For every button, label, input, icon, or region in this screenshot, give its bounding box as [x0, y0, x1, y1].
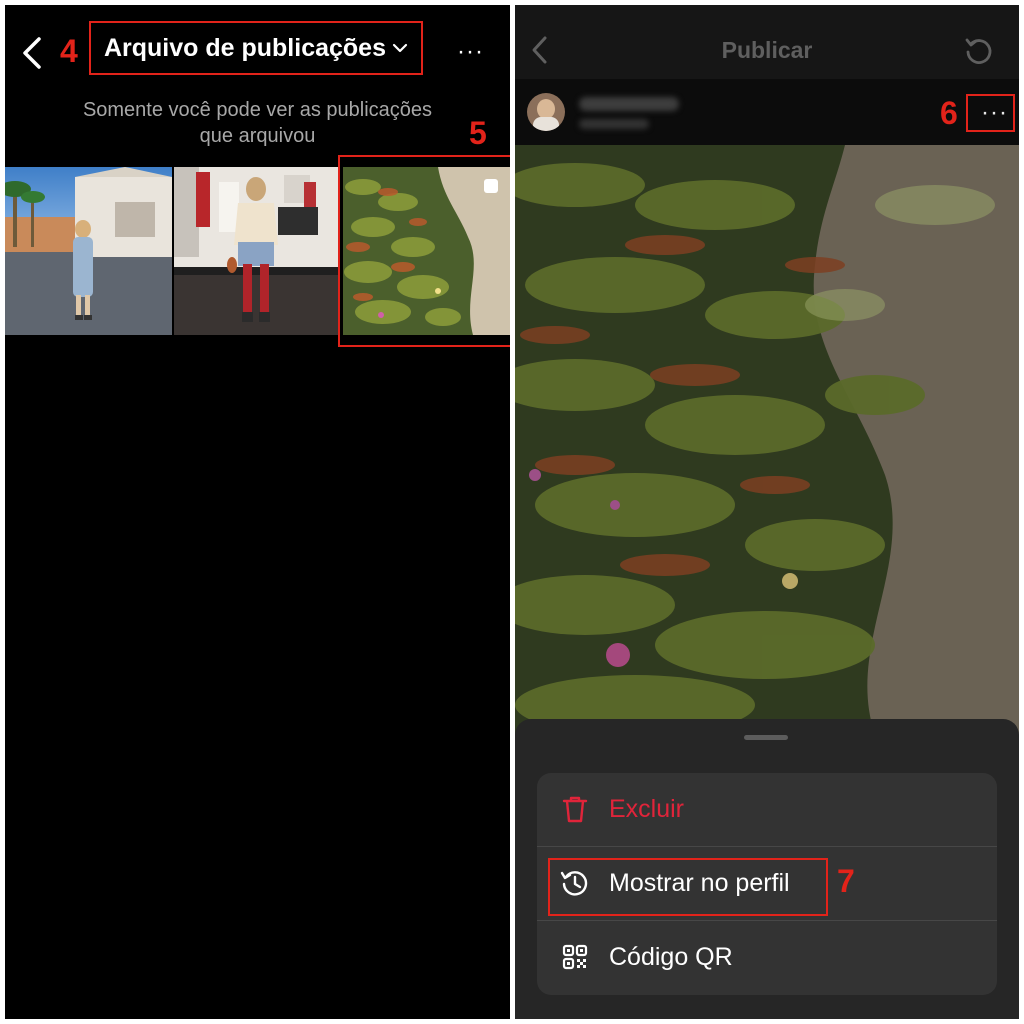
archive-title-dropdown[interactable]: Arquivo de publicações [91, 23, 421, 73]
subtitle-line-2: que arquivou [199, 125, 316, 147]
annotation-box-show-on-profile [548, 858, 828, 916]
qr-code-label: Código QR [609, 943, 733, 971]
street-photo [5, 167, 172, 335]
post-photo [515, 145, 1019, 735]
archived-post-thumbnail-2[interactable] [174, 167, 338, 335]
page-title: Publicar [721, 37, 813, 63]
indoor-photo [174, 167, 338, 335]
dune-flowers-photo [515, 145, 1019, 735]
trash-icon [562, 796, 588, 823]
annotation-box-options [966, 94, 1015, 132]
archive-subtitle: Somente você pode ver as publicações que… [5, 97, 510, 149]
more-options-button[interactable]: ··· [457, 38, 484, 66]
page-title: Arquivo de publicações [103, 33, 386, 62]
back-arrow-icon[interactable] [19, 35, 45, 71]
annotation-box-thumbnail [338, 155, 510, 347]
post-header: Publicar [515, 5, 1019, 79]
post-screen: Publicar ··· 6 Excluir Mostrar no perfil… [515, 5, 1019, 1019]
annotation-step-7: 7 [837, 863, 855, 899]
blurred-username [579, 97, 679, 111]
refresh-icon[interactable] [963, 35, 995, 67]
blurred-location [579, 119, 649, 129]
annotation-step-4: 4 [60, 33, 78, 69]
archived-post-thumbnail-1[interactable] [5, 167, 172, 335]
chevron-down-icon [392, 43, 408, 53]
annotation-step-5: 5 [469, 115, 487, 151]
qr-code-menu-item[interactable]: Código QR [537, 921, 997, 994]
subtitle-line-1: Somente você pode ver as publicações [82, 99, 433, 121]
archive-screen: 4 Arquivo de publicações ··· Somente voc… [5, 5, 510, 1019]
delete-menu-item[interactable]: Excluir [537, 773, 997, 846]
sheet-grabber[interactable] [744, 735, 788, 740]
annotation-step-6: 6 [940, 95, 958, 131]
avatar[interactable] [527, 93, 565, 131]
qr-code-icon [562, 944, 588, 970]
delete-label: Excluir [609, 795, 685, 823]
